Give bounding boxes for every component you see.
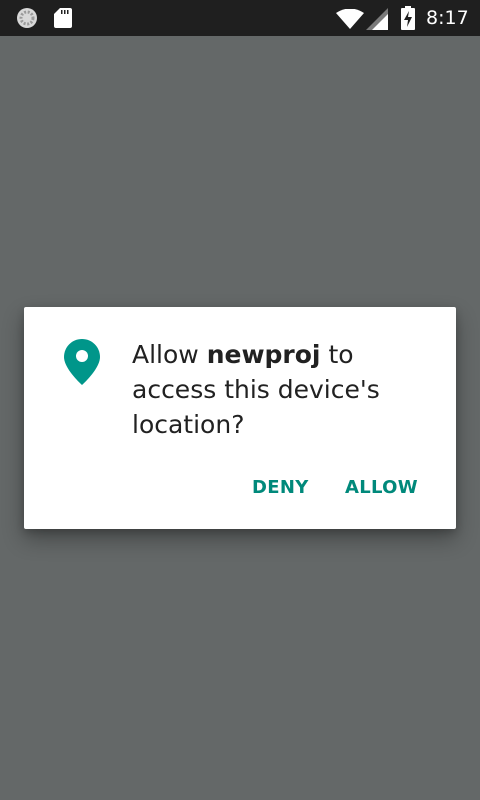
- app-name: newproj: [206, 340, 321, 369]
- wifi-icon: [336, 9, 364, 29]
- allow-button[interactable]: ALLOW: [345, 467, 418, 509]
- deny-button[interactable]: DENY: [252, 467, 309, 509]
- permission-message: Allow newproj to access this device's lo…: [132, 337, 432, 442]
- permission-dialog: Allow newproj to access this device's lo…: [24, 307, 456, 529]
- sd-card-icon: [54, 8, 72, 28]
- battery-charging-icon: [401, 6, 415, 30]
- message-prefix: Allow: [132, 340, 207, 369]
- location-pin-icon: [64, 339, 100, 385]
- status-bar-time: 8:17: [426, 7, 469, 29]
- status-bar: 8:17: [0, 0, 480, 36]
- loading-icon: [17, 8, 37, 28]
- signal-icon: [366, 8, 388, 30]
